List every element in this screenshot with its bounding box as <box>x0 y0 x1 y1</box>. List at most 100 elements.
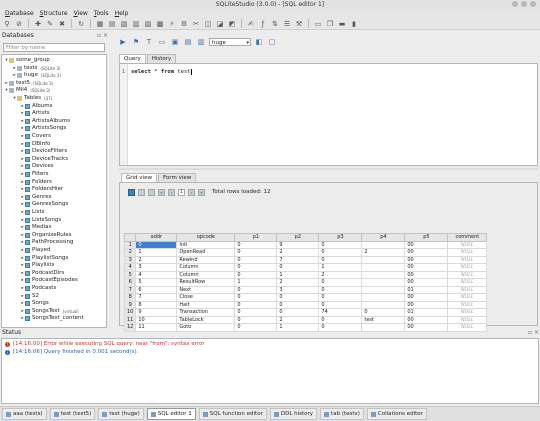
table-cell[interactable]: 0 <box>318 300 363 309</box>
tree-item[interactable]: ▸ Lists <box>20 209 44 216</box>
add-trigger-icon[interactable]: ⚡ <box>167 19 177 29</box>
tree-item[interactable]: ▸ GenresSongs <box>20 201 68 208</box>
table-cell[interactable]: Close <box>176 293 236 302</box>
save-as-icon[interactable]: ▥ <box>196 37 206 47</box>
table-row[interactable]: 6 5 ResultRow 1 2 0 00 NULL <box>123 278 488 287</box>
table-cell[interactable]: Column <box>176 263 236 272</box>
connect-icon[interactable]: ⚲ <box>2 19 12 29</box>
save-file-icon[interactable]: ▤ <box>183 37 193 47</box>
table-cell[interactable]: NULL <box>447 278 488 287</box>
status-log[interactable]: ! [14:16:00] Error while executing SQL q… <box>1 338 539 404</box>
table-cell[interactable]: 0 <box>234 248 278 257</box>
tree-item[interactable]: ▸ PodcastEpisodes <box>20 277 78 284</box>
tree-item[interactable]: ▸ Genres <box>20 194 52 201</box>
table-cell[interactable]: 0 <box>276 300 320 309</box>
row-number[interactable]: 5 <box>123 270 137 279</box>
table-cell[interactable]: 00 <box>404 300 449 309</box>
tree-item[interactable]: ▾ some_group <box>4 57 50 64</box>
table-row[interactable]: 9 8 Halt 0 0 0 00 NULL <box>123 300 488 309</box>
tree-item[interactable]: ▸ ArtistsSongs <box>20 125 66 132</box>
task-sql-function-editor[interactable]: SQL function editor <box>198 408 267 420</box>
table-cell[interactable]: 0 <box>318 248 363 257</box>
tree-item[interactable]: ▸ FoldersHier <box>20 186 63 193</box>
refresh-data-icon[interactable] <box>128 188 135 196</box>
table-row[interactable]: 11 10 TableLock 0 2 0 test 00 NULL <box>123 315 488 324</box>
table-cell[interactable]: 5 <box>135 278 178 287</box>
tree-item[interactable]: ▸ SongsText_content <box>20 315 84 322</box>
config-icon[interactable]: ⚒ <box>294 19 304 29</box>
table-row[interactable]: 8 7 Close 0 0 0 00 NULL <box>123 293 488 302</box>
row-number[interactable]: 10 <box>123 308 137 317</box>
remove-database-icon[interactable]: ✖ <box>57 19 67 29</box>
close-button[interactable] <box>530 1 536 7</box>
database-tree[interactable]: ▾ some_group ▸ tests (SQLite 3) ▸ huge (SQLite … <box>1 54 107 328</box>
add-view-icon[interactable]: ◫ <box>203 19 213 29</box>
table-cell[interactable]: 1 <box>318 263 363 272</box>
table-cell[interactable]: NULL <box>447 240 488 249</box>
status-message-info[interactable]: i [14:16:06] Query finished in 0.001 sec… <box>5 349 138 355</box>
delete-trigger-icon[interactable]: ✂ <box>191 19 201 29</box>
row-number[interactable]: 6 <box>123 278 137 287</box>
tile-vertical-icon[interactable]: ▮ <box>349 19 359 29</box>
execute-query-icon[interactable]: ▶ <box>118 37 128 47</box>
table-cell[interactable]: 1 <box>234 278 278 287</box>
maximize-button[interactable] <box>521 1 527 7</box>
table-cell[interactable]: 3 <box>135 263 178 272</box>
table-cell[interactable]: 4 <box>135 270 178 279</box>
table-cell[interactable]: 0 <box>318 293 363 302</box>
table-cell[interactable]: 01 <box>404 308 449 317</box>
table-cell[interactable]: test <box>361 315 406 324</box>
commit-icon[interactable] <box>138 188 145 196</box>
table-cell[interactable]: Init <box>176 240 236 249</box>
table-cell[interactable]: 3 <box>276 285 320 294</box>
table-cell[interactable]: 2 <box>318 270 363 279</box>
table-row[interactable]: 5 4 Column 0 1 2 00 NULL <box>123 270 488 279</box>
table-cell[interactable]: 8 <box>135 300 178 309</box>
table-cell[interactable]: 0 <box>234 263 278 272</box>
query-editor[interactable]: 1 select * from test <box>119 63 538 166</box>
next-page-icon[interactable]: › <box>188 188 195 196</box>
table-cell[interactable]: 0 <box>318 315 363 324</box>
task-test-huge[interactable]: test (huge) <box>98 408 144 420</box>
table-cell[interactable]: 00 <box>404 278 449 287</box>
tree-item[interactable]: ▸ Devices <box>20 163 54 170</box>
table-cell[interactable]: NULL <box>447 300 488 309</box>
table-cell[interactable]: 00 <box>404 248 449 257</box>
table-cell[interactable]: 0 <box>276 293 320 302</box>
table-cell[interactable]: NULL <box>447 270 488 279</box>
table-cell[interactable]: 0 <box>135 240 178 249</box>
tree-item[interactable]: ▸ PodcastDirs <box>20 270 64 277</box>
table-row[interactable]: 10 9 Transaction 0 0 74 0 01 NULL <box>123 308 488 317</box>
panel-close-icon[interactable]: × <box>103 32 108 39</box>
first-page-icon[interactable]: « <box>158 188 165 196</box>
table-cell[interactable]: NULL <box>447 255 488 264</box>
table-row[interactable]: 2 1 OpenRead 0 2 0 2 00 NULL <box>123 248 488 257</box>
column-header[interactable]: comment <box>447 233 488 242</box>
table-cell[interactable]: OpenRead <box>176 248 236 257</box>
tree-item[interactable]: ▸ DeviceFilters <box>20 148 67 155</box>
table-cell[interactable]: 0 <box>276 308 320 317</box>
tree-item[interactable]: ▸ Artists <box>20 110 50 117</box>
table-cell[interactable]: 2 <box>361 248 406 257</box>
panel-close-icon[interactable]: × <box>534 329 539 336</box>
table-cell[interactable] <box>361 293 406 302</box>
table-cell[interactable]: 00 <box>404 255 449 264</box>
table-cell[interactable]: 0 <box>318 278 363 287</box>
row-number[interactable]: 3 <box>123 255 137 264</box>
edit-trigger-icon[interactable]: ⚙ <box>179 19 189 29</box>
toggle-layout-icon[interactable]: ◧ <box>254 37 264 47</box>
table-cell[interactable]: 0 <box>234 270 278 279</box>
column-header[interactable]: addr <box>135 233 178 242</box>
table-cell[interactable]: ResultRow <box>176 278 236 287</box>
format-sql-icon[interactable]: T <box>144 37 154 47</box>
table-cell[interactable]: 00 <box>404 315 449 324</box>
table-cell[interactable]: 0 <box>234 315 278 324</box>
tree-item[interactable]: ▸ Folders <box>20 179 52 186</box>
tree-item[interactable]: ▸ Songs <box>20 300 49 307</box>
rollback-icon[interactable] <box>148 188 155 196</box>
add-index-icon[interactable]: ▥ <box>131 19 141 29</box>
task-ddl-history[interactable]: DDL history <box>269 408 318 420</box>
table-cell[interactable]: Next <box>176 285 236 294</box>
tree-item[interactable]: ▸ ListsSongs <box>20 217 61 224</box>
tree-item[interactable]: ▸ DeviceTracks <box>20 156 68 163</box>
